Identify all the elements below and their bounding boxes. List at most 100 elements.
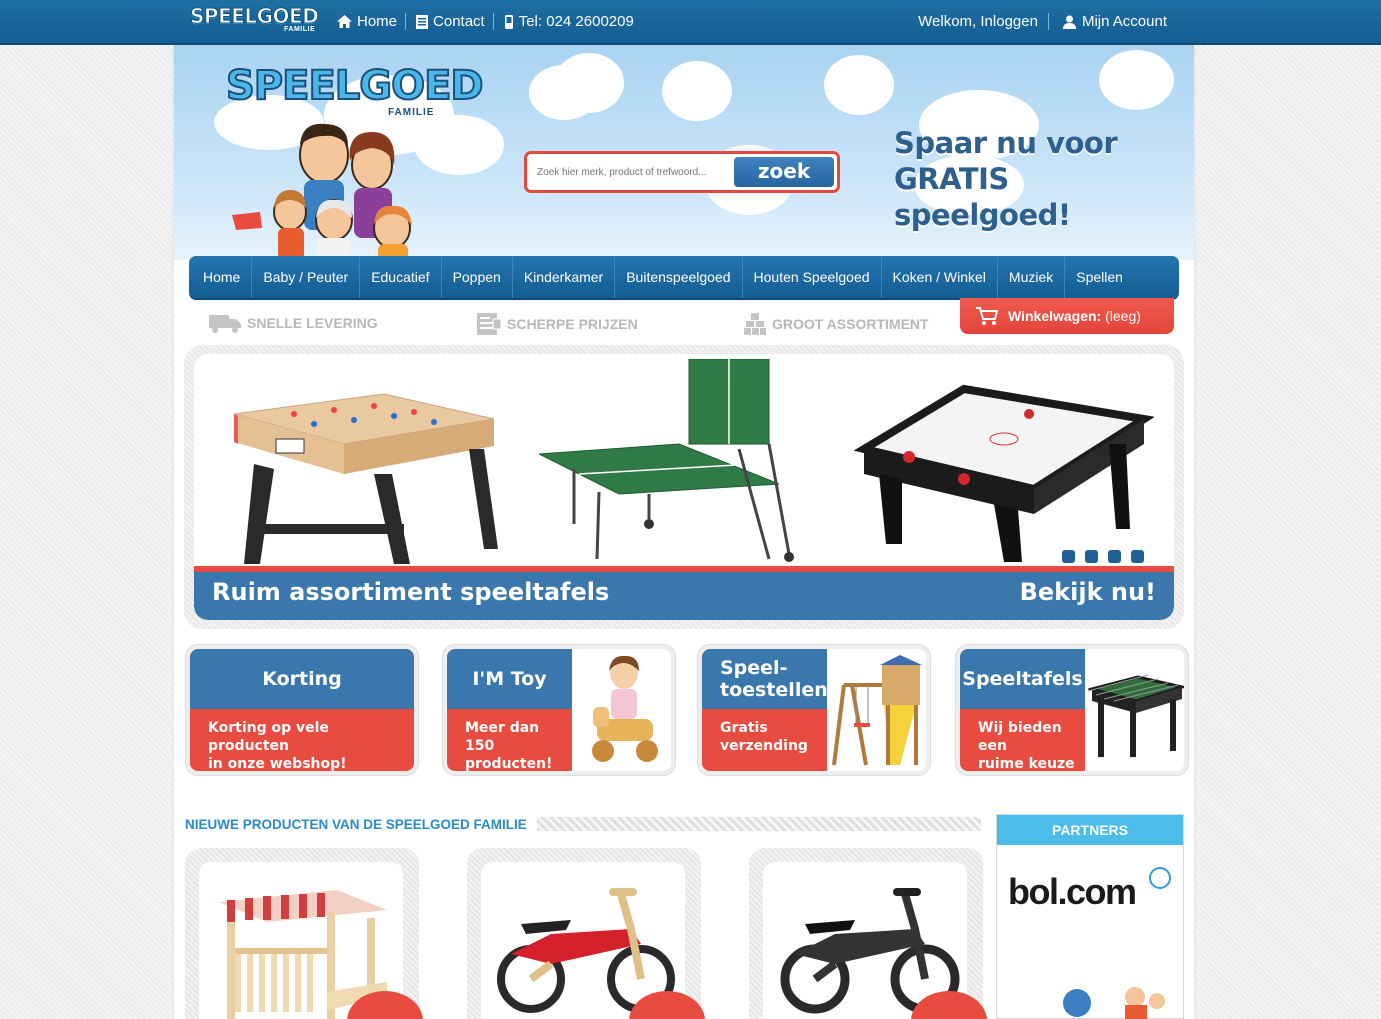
partners-title: PARTNERS xyxy=(997,815,1183,845)
nav-item-houten-speelgoed[interactable]: Houten Speelgoed xyxy=(743,256,882,298)
promo-line-1: Spaar nu voor xyxy=(894,126,1118,160)
slider-dots xyxy=(1062,550,1144,563)
cart-icon xyxy=(976,307,998,325)
main-navigation: Home Baby / Peuter Educatief Poppen Kind… xyxy=(189,256,1179,298)
slide-caption-bar: Ruim assortiment speeltafels Bekijk nu! xyxy=(194,566,1174,620)
toddler-on-ride-on-toy-image xyxy=(592,655,658,762)
usp-prices-label: SCHERPE PRIJZEN xyxy=(507,316,638,332)
topbar-account: Welkom, Inloggen Mijn Account xyxy=(918,13,1167,30)
new-products-heading: NIEUWE PRODUCTEN VAN DE SPEELGOED FAMILI… xyxy=(185,815,981,833)
home-label: Home xyxy=(357,13,398,30)
nav-item-baby-peuter[interactable]: Baby / Peuter xyxy=(252,256,361,298)
cloud xyxy=(662,61,732,121)
banner-im-toy-text-1: Meer dan 150 xyxy=(465,720,540,754)
home-icon xyxy=(337,15,352,28)
usp-prices: SCHERPE PRIJZEN xyxy=(477,313,638,335)
search-button[interactable]: zoek xyxy=(734,157,834,187)
contact-label: Contact xyxy=(433,13,485,30)
slider-dot[interactable] xyxy=(1062,550,1075,563)
hero-slider[interactable]: Ruim assortiment speeltafels Bekijk nu! xyxy=(194,354,1174,620)
table-tennis-image xyxy=(539,359,794,562)
partner-mascot-image xyxy=(1063,987,1165,1019)
boxes-icon xyxy=(744,313,766,335)
banner-speeltoestellen-title-2: toestellen xyxy=(720,679,828,701)
topbar-phone[interactable]: Tel: 024 2600209 xyxy=(504,13,642,30)
nav-item-poppen[interactable]: Poppen xyxy=(442,256,513,298)
topbar-logo-sub: FAMILIE xyxy=(284,26,316,33)
banner-speeltoestellen[interactable]: Speel- toestellen Gratis verzending xyxy=(702,649,926,771)
cloud xyxy=(1099,50,1174,110)
divider xyxy=(1047,13,1049,30)
slide-caption-text[interactable]: Ruim assortiment speeltafels xyxy=(212,578,609,606)
top-bar: SPEELGOED FAMILIE Home Contact Tel: 024 … xyxy=(0,0,1381,45)
foosball-table-image xyxy=(1088,674,1184,757)
product-card[interactable] xyxy=(749,848,987,1019)
bol-com-logo[interactable]: bol.com xyxy=(1008,871,1137,913)
site-logo[interactable]: SPEELGOED FAMILIE xyxy=(225,63,485,118)
banner-speeltafels[interactable]: Speeltafels Wij bieden een ruime keuze xyxy=(960,649,1184,771)
phone-icon xyxy=(504,14,513,29)
banner-im-toy[interactable]: I'M Toy Meer dan 150 producten! xyxy=(447,649,671,771)
divider xyxy=(492,13,494,30)
search-box: zoek xyxy=(524,151,840,193)
nav-item-koken-winkel[interactable]: Koken / Winkel xyxy=(882,256,998,298)
bol-com-logo-mark xyxy=(1149,867,1171,889)
receipt-icon xyxy=(477,313,501,335)
heading-stripe xyxy=(536,817,981,831)
product-card[interactable] xyxy=(467,848,705,1019)
my-account-label: Mijn Account xyxy=(1081,13,1167,30)
banner-korting-text-1: Korting op vele producten xyxy=(208,720,329,754)
phone-label: Tel: 024 2600209 xyxy=(518,13,634,30)
promo-line-2: GRATIS speelgoed! xyxy=(894,162,1071,232)
banner-speeltafels-text: Wij bieden een ruime keuze xyxy=(960,709,1085,771)
cloud xyxy=(554,53,624,113)
usp-delivery-label: SNELLE LEVERING xyxy=(247,315,378,331)
topbar-home-link[interactable]: Home xyxy=(337,13,405,30)
topbar-logo-text: SPEELGOED xyxy=(190,4,320,28)
banner-korting[interactable]: Korting Korting op vele producten in onz… xyxy=(190,649,414,771)
slider-dot[interactable] xyxy=(1108,550,1121,563)
nav-item-buitenspeelgoed[interactable]: Buitenspeelgoed xyxy=(615,256,743,298)
banner-speeltafels-text-2: ruime keuze xyxy=(978,756,1075,771)
user-icon xyxy=(1062,15,1076,29)
nav-item-educatief[interactable]: Educatief xyxy=(360,256,442,298)
header: SPEELGOED FAMILIE zoek Spaar n xyxy=(174,45,1194,260)
site-logo-text: SPEELGOED xyxy=(225,63,485,109)
shopping-cart-button[interactable]: Winkelwagen: (leeg) xyxy=(960,298,1174,334)
banner-speeltafels-text-1: Wij bieden een xyxy=(978,720,1062,754)
usp-assortment: GROOT ASSORTIMENT xyxy=(744,313,929,335)
topbar-contact-link[interactable]: Contact xyxy=(416,13,493,30)
banner-speeltoestellen-title: Speel- toestellen xyxy=(702,649,828,709)
welcome-login-link[interactable]: Welkom, Inloggen xyxy=(918,13,1038,30)
banner-speeltoestellen-text-2: verzending xyxy=(720,738,808,754)
air-hockey-table-image xyxy=(854,384,1154,562)
playground-swing-set-image xyxy=(832,655,922,766)
cart-status: (leeg) xyxy=(1105,308,1141,324)
banner-im-toy-text: Meer dan 150 producten! xyxy=(447,709,572,771)
new-products-title: NIEUWE PRODUCTEN VAN DE SPEELGOED FAMILI… xyxy=(185,816,527,832)
nav-item-home[interactable]: Home xyxy=(192,256,253,298)
usp-delivery: SNELLE LEVERING xyxy=(209,313,378,333)
family-mascot-illustration xyxy=(232,123,412,260)
divider xyxy=(405,13,407,30)
banner-speeltoestellen-title-1: Speel- xyxy=(720,657,788,679)
nav-item-muziek[interactable]: Muziek xyxy=(998,256,1066,298)
slider-dot[interactable] xyxy=(1131,550,1144,563)
foosball-table-image xyxy=(233,393,498,564)
truck-icon xyxy=(209,315,241,333)
my-account-link[interactable]: Mijn Account xyxy=(1062,13,1167,30)
product-card[interactable] xyxy=(185,848,423,1019)
nav-item-kinderkamer[interactable]: Kinderkamer xyxy=(513,256,616,298)
search-input[interactable] xyxy=(537,160,732,184)
page-container: SPEELGOED FAMILIE zoek Spaar n xyxy=(174,45,1194,1019)
nav-item-spellen[interactable]: Spellen xyxy=(1065,256,1134,298)
banner-speeltafels-title: Speeltafels xyxy=(960,649,1085,709)
banner-im-toy-title: I'M Toy xyxy=(447,649,572,709)
slider-dot[interactable] xyxy=(1085,550,1098,563)
cart-label: Winkelwagen: xyxy=(1008,308,1102,324)
document-icon xyxy=(416,14,429,29)
banner-korting-text: Korting op vele producten in onze websho… xyxy=(190,709,414,771)
slide-cta-link[interactable]: Bekijk nu! xyxy=(1020,578,1156,606)
promo-headline[interactable]: Spaar nu voor GRATIS speelgoed! xyxy=(894,125,1194,233)
topbar-logo[interactable]: SPEELGOED FAMILIE xyxy=(190,6,325,38)
